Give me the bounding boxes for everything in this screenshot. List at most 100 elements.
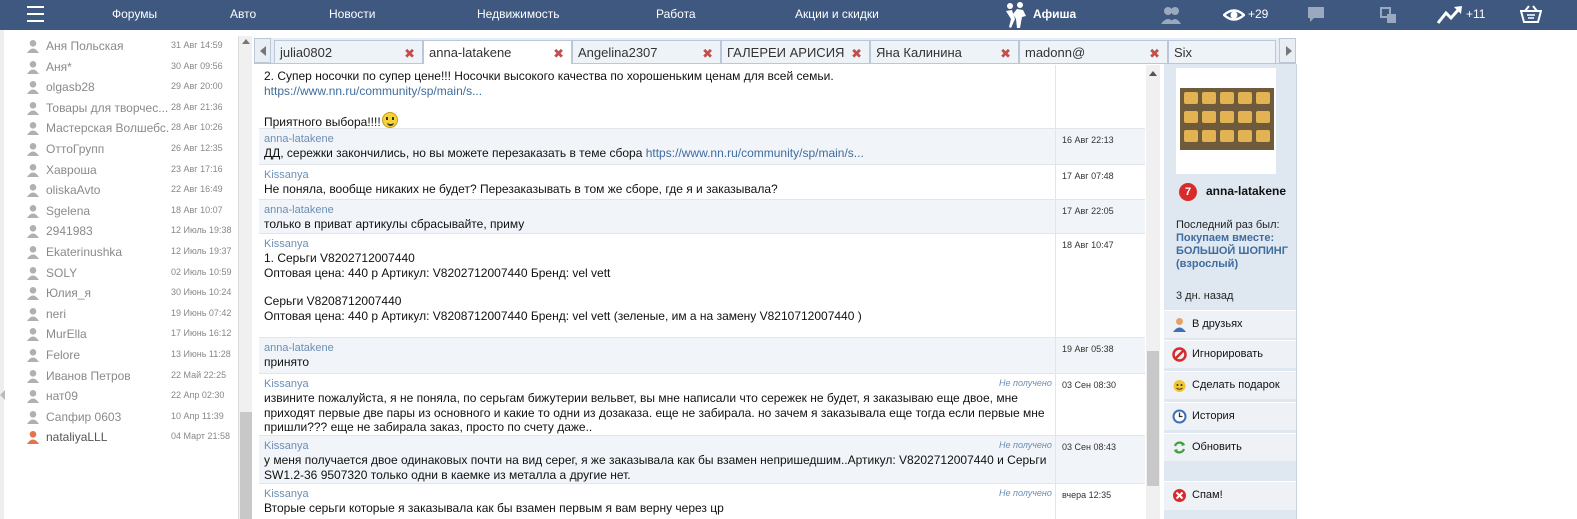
tabs-next-button[interactable] bbox=[1279, 38, 1296, 63]
menu-icon[interactable] bbox=[27, 6, 44, 22]
contact-date: 30 Июнь 10:24 bbox=[171, 287, 232, 298]
message-author[interactable]: anna-latakene bbox=[264, 133, 334, 145]
message-text: ДД, сережки закончились, но вы можете пе… bbox=[264, 146, 1054, 161]
nav-afisha[interactable]: Афиша bbox=[1033, 7, 1076, 21]
message-author[interactable]: anna-latakene bbox=[264, 342, 334, 354]
contact-item[interactable]: ОттоГрупп 26 Авг 12:35 bbox=[26, 139, 236, 159]
message-author[interactable]: Kissanya bbox=[264, 169, 309, 181]
contact-item[interactable]: olgasb28 29 Авг 20:00 bbox=[26, 77, 236, 97]
chat-icon[interactable] bbox=[1307, 5, 1325, 25]
contacts-scrollbar[interactable] bbox=[238, 36, 252, 519]
tab-angelina2307[interactable]: Angelina2307 ✖ bbox=[572, 40, 721, 63]
close-icon[interactable]: ✖ bbox=[553, 46, 564, 62]
contact-name: Юлия_я bbox=[46, 286, 91, 301]
collapse-arrow-icon[interactable] bbox=[0, 390, 5, 400]
message-time: 17 Авг 22:05 bbox=[1062, 206, 1114, 216]
message-link[interactable]: https://www.nn.ru/community/sp/main/s... bbox=[646, 146, 864, 160]
contact-item[interactable]: Felore 13 Июнь 11:28 bbox=[26, 345, 236, 365]
message-time: 19 Авг 05:38 bbox=[1062, 344, 1114, 354]
nav-news[interactable]: Новости bbox=[329, 7, 375, 21]
user-icon bbox=[27, 40, 39, 53]
message-author[interactable]: Kissanya bbox=[264, 488, 309, 500]
contact-item[interactable]: Товары для творчес... 28 Авг 21:36 bbox=[26, 98, 236, 118]
contact-item[interactable]: MurElla 17 Июнь 16:12 bbox=[26, 324, 236, 344]
message-link[interactable]: https://www.nn.ru/community/sp/main/s... bbox=[264, 84, 482, 98]
messages-scrollbar[interactable] bbox=[1146, 65, 1160, 519]
contact-item[interactable]: 2941983 12 Июль 19:38 bbox=[26, 221, 236, 241]
history-button[interactable]: История bbox=[1164, 402, 1296, 430]
dancers-icon[interactable] bbox=[1000, 1, 1030, 29]
message-time: 03 Сен 08:43 bbox=[1062, 442, 1117, 452]
ignore-button[interactable]: Игнорировать bbox=[1164, 340, 1296, 368]
tab-label: Яна Калинина bbox=[876, 45, 962, 60]
user-icon bbox=[27, 122, 39, 136]
conversation-tabs: julia0802 ✖ anna-latakene ✖ Angelina2307 ✖ … bbox=[254, 38, 1296, 64]
nav-realty[interactable]: Недвижимость bbox=[477, 7, 560, 21]
message-item: Kissanya Не получено Вторые серьги котор… bbox=[259, 484, 1145, 519]
tabs-prev-button[interactable] bbox=[254, 38, 271, 63]
tab-madonn[interactable]: madonn@ ✖ bbox=[1019, 40, 1168, 63]
scroll-thumb[interactable] bbox=[240, 412, 252, 519]
close-icon[interactable]: ✖ bbox=[1149, 46, 1160, 62]
tab-six[interactable]: Six bbox=[1168, 40, 1276, 63]
tab-galerei-arisiya[interactable]: ГАЛЕРЕИ АРИСИЯ ✖ bbox=[721, 40, 870, 63]
contact-date: 19 Июнь 07:42 bbox=[171, 307, 232, 318]
user-icon bbox=[27, 431, 39, 445]
friends-icon[interactable] bbox=[1160, 5, 1182, 25]
refresh-button[interactable]: Обновить bbox=[1164, 433, 1296, 461]
scroll-thumb[interactable] bbox=[1147, 351, 1159, 486]
contact-item[interactable]: Мастерская Волшебс... 28 Авг 10:26 bbox=[26, 118, 236, 138]
profile-photo[interactable] bbox=[1176, 68, 1276, 174]
message-item: Kissanya Не получено у меня получается д… bbox=[259, 436, 1145, 484]
message-status: Не получено bbox=[999, 440, 1052, 450]
message-author[interactable]: Kissanya bbox=[264, 238, 309, 250]
message-text: 2. Супер носочки по супер цене!!! Носочк… bbox=[264, 69, 1054, 130]
contact-item[interactable]: нат09 22 Апр 02:30 bbox=[26, 386, 236, 406]
message-item: Kissanya Не получено извините пожалуйста… bbox=[259, 374, 1145, 436]
windows-icon[interactable] bbox=[1380, 5, 1398, 25]
contact-item[interactable]: SOLY 02 Июль 10:59 bbox=[26, 263, 236, 283]
trend-up-icon[interactable] bbox=[1437, 5, 1463, 25]
spam-button[interactable]: Спам! bbox=[1164, 481, 1296, 510]
close-icon[interactable]: ✖ bbox=[404, 46, 415, 62]
contact-date: 29 Авг 20:00 bbox=[171, 81, 223, 92]
contact-item[interactable]: Аня Польская 31 Авг 14:59 bbox=[26, 36, 236, 56]
contact-date: 22 Авг 16:49 bbox=[171, 184, 223, 195]
friends-button[interactable]: В друзьях bbox=[1164, 310, 1296, 338]
scroll-up-icon[interactable] bbox=[1149, 71, 1157, 76]
contact-item[interactable]: neri 19 Июнь 07:42 bbox=[26, 304, 236, 324]
nav-forums[interactable]: Форумы bbox=[112, 7, 157, 21]
nav-sales[interactable]: Акции и скидки bbox=[795, 7, 879, 21]
rating-badge: 7 bbox=[1179, 183, 1197, 201]
tab-yana-kalinina[interactable]: Яна Калинина ✖ bbox=[870, 40, 1019, 63]
message-author[interactable]: anna-latakene bbox=[264, 204, 334, 216]
tab-anna-latakene[interactable]: anna-latakene ✖ bbox=[423, 40, 572, 64]
message-text: 1. Серьги V8202712007440 Оптовая цена: 4… bbox=[264, 251, 1054, 323]
tab-julia0802[interactable]: julia0802 ✖ bbox=[274, 40, 423, 63]
close-icon[interactable]: ✖ bbox=[1000, 46, 1011, 62]
contact-item[interactable]: Иванов Петров 22 Май 22:25 bbox=[26, 366, 236, 386]
eye-icon[interactable] bbox=[1223, 5, 1245, 25]
profile-name[interactable]: anna-latakene bbox=[1206, 183, 1292, 199]
message-item: anna-latakene принято 19 Авг 05:38 bbox=[259, 338, 1145, 374]
contact-item[interactable]: Аня* 30 Авг 09:56 bbox=[26, 57, 236, 77]
scroll-up-icon[interactable] bbox=[242, 39, 250, 44]
gift-button[interactable]: Сделать подарок bbox=[1164, 371, 1296, 399]
message-author[interactable]: Kissanya bbox=[264, 378, 309, 390]
contact-item[interactable]: nataliyaLLL 04 Март 21:58 bbox=[26, 427, 236, 447]
nav-jobs[interactable]: Работа bbox=[656, 7, 696, 21]
contact-item[interactable]: Сапфир 0603 10 Апр 11:39 bbox=[26, 407, 236, 427]
contact-item[interactable]: oliskaAvto 22 Авг 16:49 bbox=[26, 180, 236, 200]
nav-auto[interactable]: Авто bbox=[230, 7, 256, 21]
basket-icon[interactable] bbox=[1520, 5, 1542, 25]
close-icon[interactable]: ✖ bbox=[702, 46, 713, 62]
contact-item[interactable]: Ekaterinushka 12 Июль 19:37 bbox=[26, 242, 236, 262]
contact-name: SOLY bbox=[46, 265, 78, 280]
contact-item[interactable]: Хаврошa 23 Авг 17:16 bbox=[26, 160, 236, 180]
contact-item[interactable]: Юлия_я 30 Июнь 10:24 bbox=[26, 283, 236, 303]
contact-item[interactable]: Sgelena 18 Авг 10:07 bbox=[26, 201, 236, 221]
user-icon bbox=[27, 143, 39, 156]
close-icon[interactable]: ✖ bbox=[851, 46, 862, 62]
message-author[interactable]: Kissanya bbox=[264, 440, 309, 452]
last-seen-place[interactable]: Покупаем вместе: БОЛЬШОЙ ШОПИНГ (взрослы… bbox=[1176, 232, 1290, 271]
